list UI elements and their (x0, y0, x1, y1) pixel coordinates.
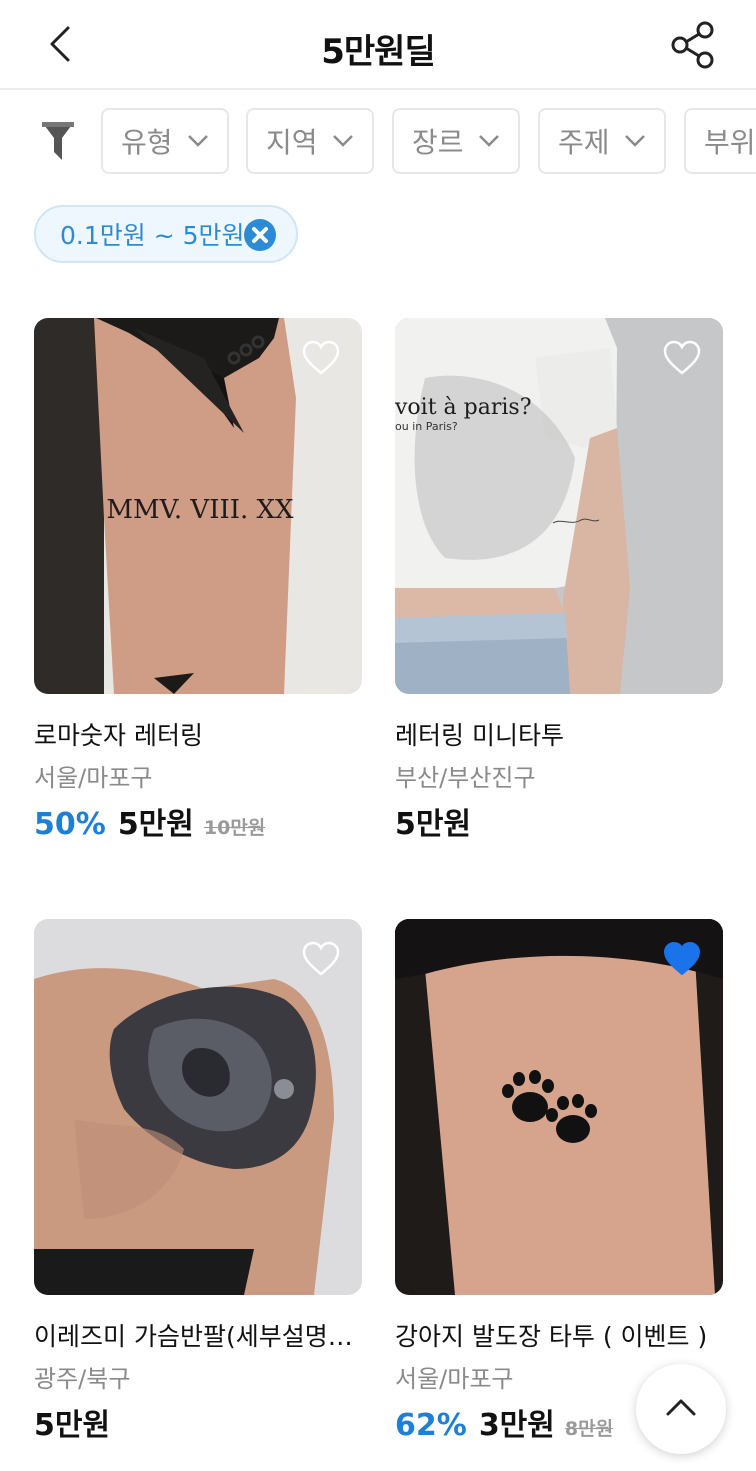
active-filter-chip[interactable]: 0.1만원 ~ 5만원 (34, 205, 298, 263)
product-location: 부산/부산진구 (395, 764, 536, 792)
product-location: 서울/마포구 (34, 764, 153, 792)
product-card[interactable]: 이레즈미 가슴반팔(세부설명… 광주/북구 5만원 (34, 919, 362, 1444)
heart-outline-icon[interactable] (302, 340, 340, 376)
filter-chip-label: 주제 (558, 126, 610, 159)
product-title: 로마숫자 레터링 (34, 721, 203, 750)
shirt-subtext: ou in Paris? (395, 420, 458, 433)
price-row: 5만원 (34, 1400, 362, 1444)
product-image[interactable]: MMV. VIII. XX (34, 318, 362, 694)
heart-outline-icon[interactable] (302, 941, 340, 977)
share-button[interactable] (668, 20, 718, 70)
filter-chip-label: 유형 (121, 126, 173, 159)
original-price: 10만원 (203, 817, 266, 839)
price-row: 50% 5만원 10만원 (34, 799, 362, 843)
chevron-down-icon (187, 135, 208, 147)
product-title: 강아지 발도장 타투 ( 이벤트 ) (395, 1322, 708, 1351)
app-header: 5만원딜 (0, 0, 756, 90)
sale-price: 3만원 (478, 1408, 555, 1443)
page-title: 5만원딜 (321, 32, 436, 72)
chevron-down-icon (478, 135, 499, 147)
product-image[interactable]: voit à paris? ou in Paris? (395, 318, 723, 694)
filter-chip-body-part[interactable]: 부위 (684, 108, 756, 174)
product-location: 광주/북구 (34, 1365, 131, 1393)
filter-chip-subject[interactable]: 주제 (538, 108, 666, 174)
product-card[interactable]: voit à paris? ou in Paris? 레터링 미니타투 부산/부… (395, 318, 723, 843)
share-icon (671, 21, 714, 69)
active-filter-label: 0.1만원 ~ 5만원 (60, 221, 245, 250)
heart-filled-icon[interactable] (663, 941, 701, 977)
original-price: 8만원 (564, 1418, 614, 1440)
filter-chip-label: 지역 (266, 126, 318, 159)
filter-chip-genre[interactable]: 장르 (392, 108, 520, 174)
product-image[interactable] (34, 919, 362, 1295)
funnel-icon (42, 122, 74, 160)
clear-filter-button[interactable] (244, 219, 276, 251)
product-title: 이레즈미 가슴반팔(세부설명… (34, 1322, 353, 1351)
filter-chip-region[interactable]: 지역 (246, 108, 374, 174)
discount-rate: 50% (34, 807, 106, 842)
chevron-down-icon (332, 135, 353, 147)
tattoo-text: MMV. VIII. XX (106, 495, 294, 525)
product-image[interactable] (395, 919, 723, 1295)
sale-price: 5만원 (34, 1408, 111, 1443)
filter-bar: 유형 지역 장르 주제 부위 (0, 108, 756, 176)
discount-rate: 62% (395, 1408, 467, 1443)
chevron-down-icon (624, 135, 645, 147)
filter-chip-label: 부위 (704, 126, 756, 159)
filter-button[interactable] (40, 120, 76, 162)
scroll-top-button[interactable] (636, 1364, 726, 1454)
filter-chip-label: 장르 (412, 126, 464, 159)
close-circle-icon (252, 227, 268, 243)
price-row: 5만원 (395, 799, 723, 843)
shirt-text: voit à paris? (395, 395, 532, 420)
filter-chip-type[interactable]: 유형 (101, 108, 229, 174)
sale-price: 5만원 (117, 807, 194, 842)
sale-price: 5만원 (395, 807, 472, 842)
chevron-up-icon (666, 1399, 696, 1416)
product-card[interactable]: MMV. VIII. XX 로마숫자 레터링 서울/마포구 50% 5만원 10… (34, 318, 362, 843)
heart-outline-icon[interactable] (663, 340, 701, 376)
product-title: 레터링 미니타투 (395, 721, 564, 750)
